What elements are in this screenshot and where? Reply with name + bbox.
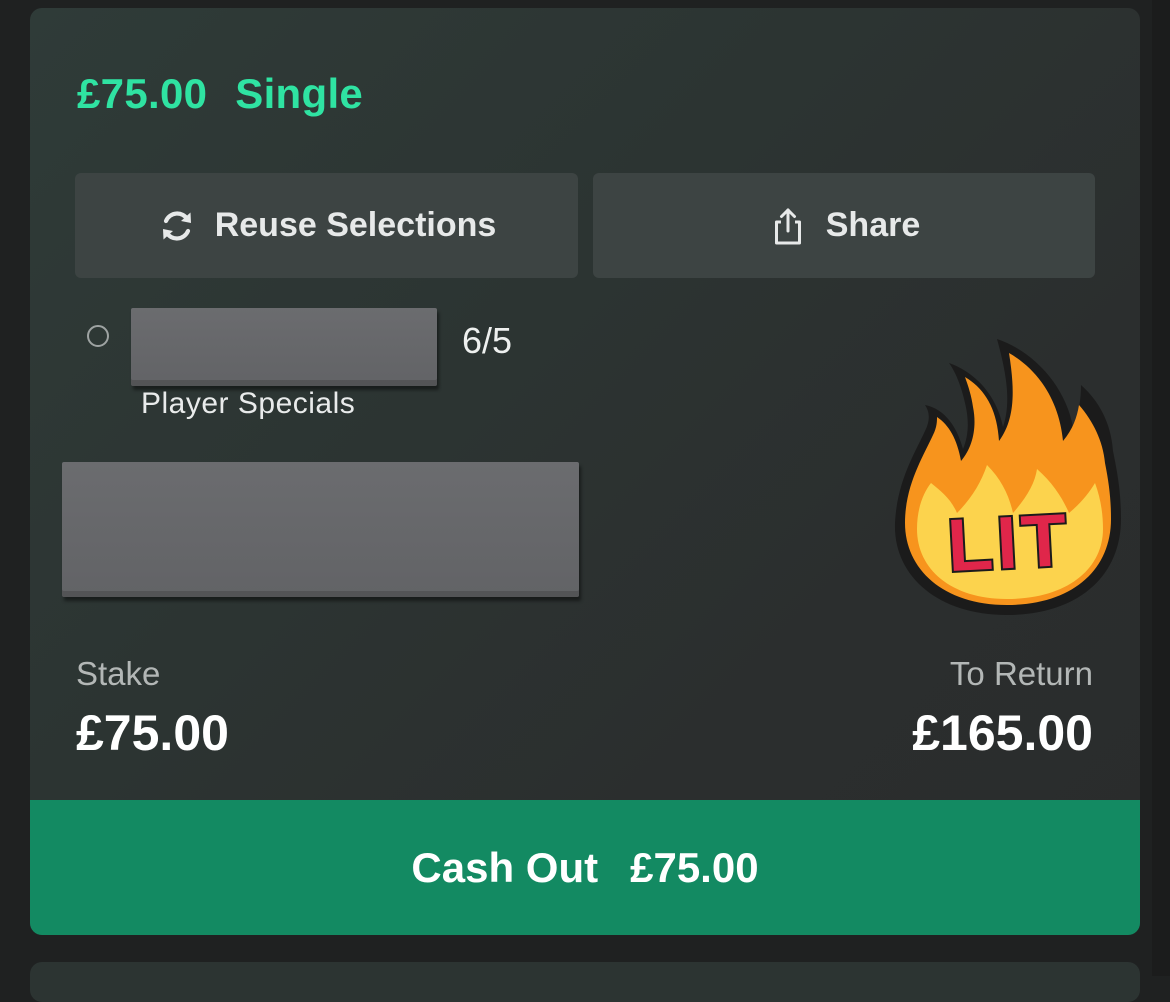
share-button[interactable]: Share — [593, 173, 1095, 278]
scrollbar[interactable] — [1152, 0, 1170, 976]
redacted-selection-name — [131, 308, 437, 386]
selection-status-indicator — [87, 325, 109, 347]
share-icon — [768, 206, 808, 246]
lit-fire-sticker: LIT — [885, 323, 1130, 623]
stake-value: £75.00 — [76, 705, 229, 761]
selection-odds: 6/5 — [462, 320, 513, 361]
bet-amount: £75.00 — [77, 70, 208, 117]
bet-header: £75.00 Single — [77, 70, 363, 118]
stake-label: Stake — [76, 655, 161, 692]
cash-out-amount: £75.00 — [630, 843, 759, 891]
cash-out-button[interactable]: Cash Out £75.00 — [30, 800, 1140, 935]
bet-card: £75.00 Single Reuse Selections Share 6/5… — [30, 8, 1140, 935]
share-label: Share — [825, 206, 921, 244]
reuse-selections-button[interactable]: Reuse Selections — [75, 173, 578, 278]
reuse-selections-label: Reuse Selections — [214, 206, 497, 244]
redacted-event-details — [62, 462, 579, 597]
to-return-label: To Return — [949, 655, 1093, 692]
sticker-text: LIT — [945, 498, 1072, 587]
market-name: Player Specials — [141, 387, 356, 420]
bet-type: Single — [235, 70, 364, 117]
to-return-value: £165.00 — [912, 705, 1093, 761]
refresh-icon — [157, 206, 197, 246]
cash-out-label: Cash Out — [411, 843, 599, 891]
next-bet-card — [30, 962, 1140, 1002]
